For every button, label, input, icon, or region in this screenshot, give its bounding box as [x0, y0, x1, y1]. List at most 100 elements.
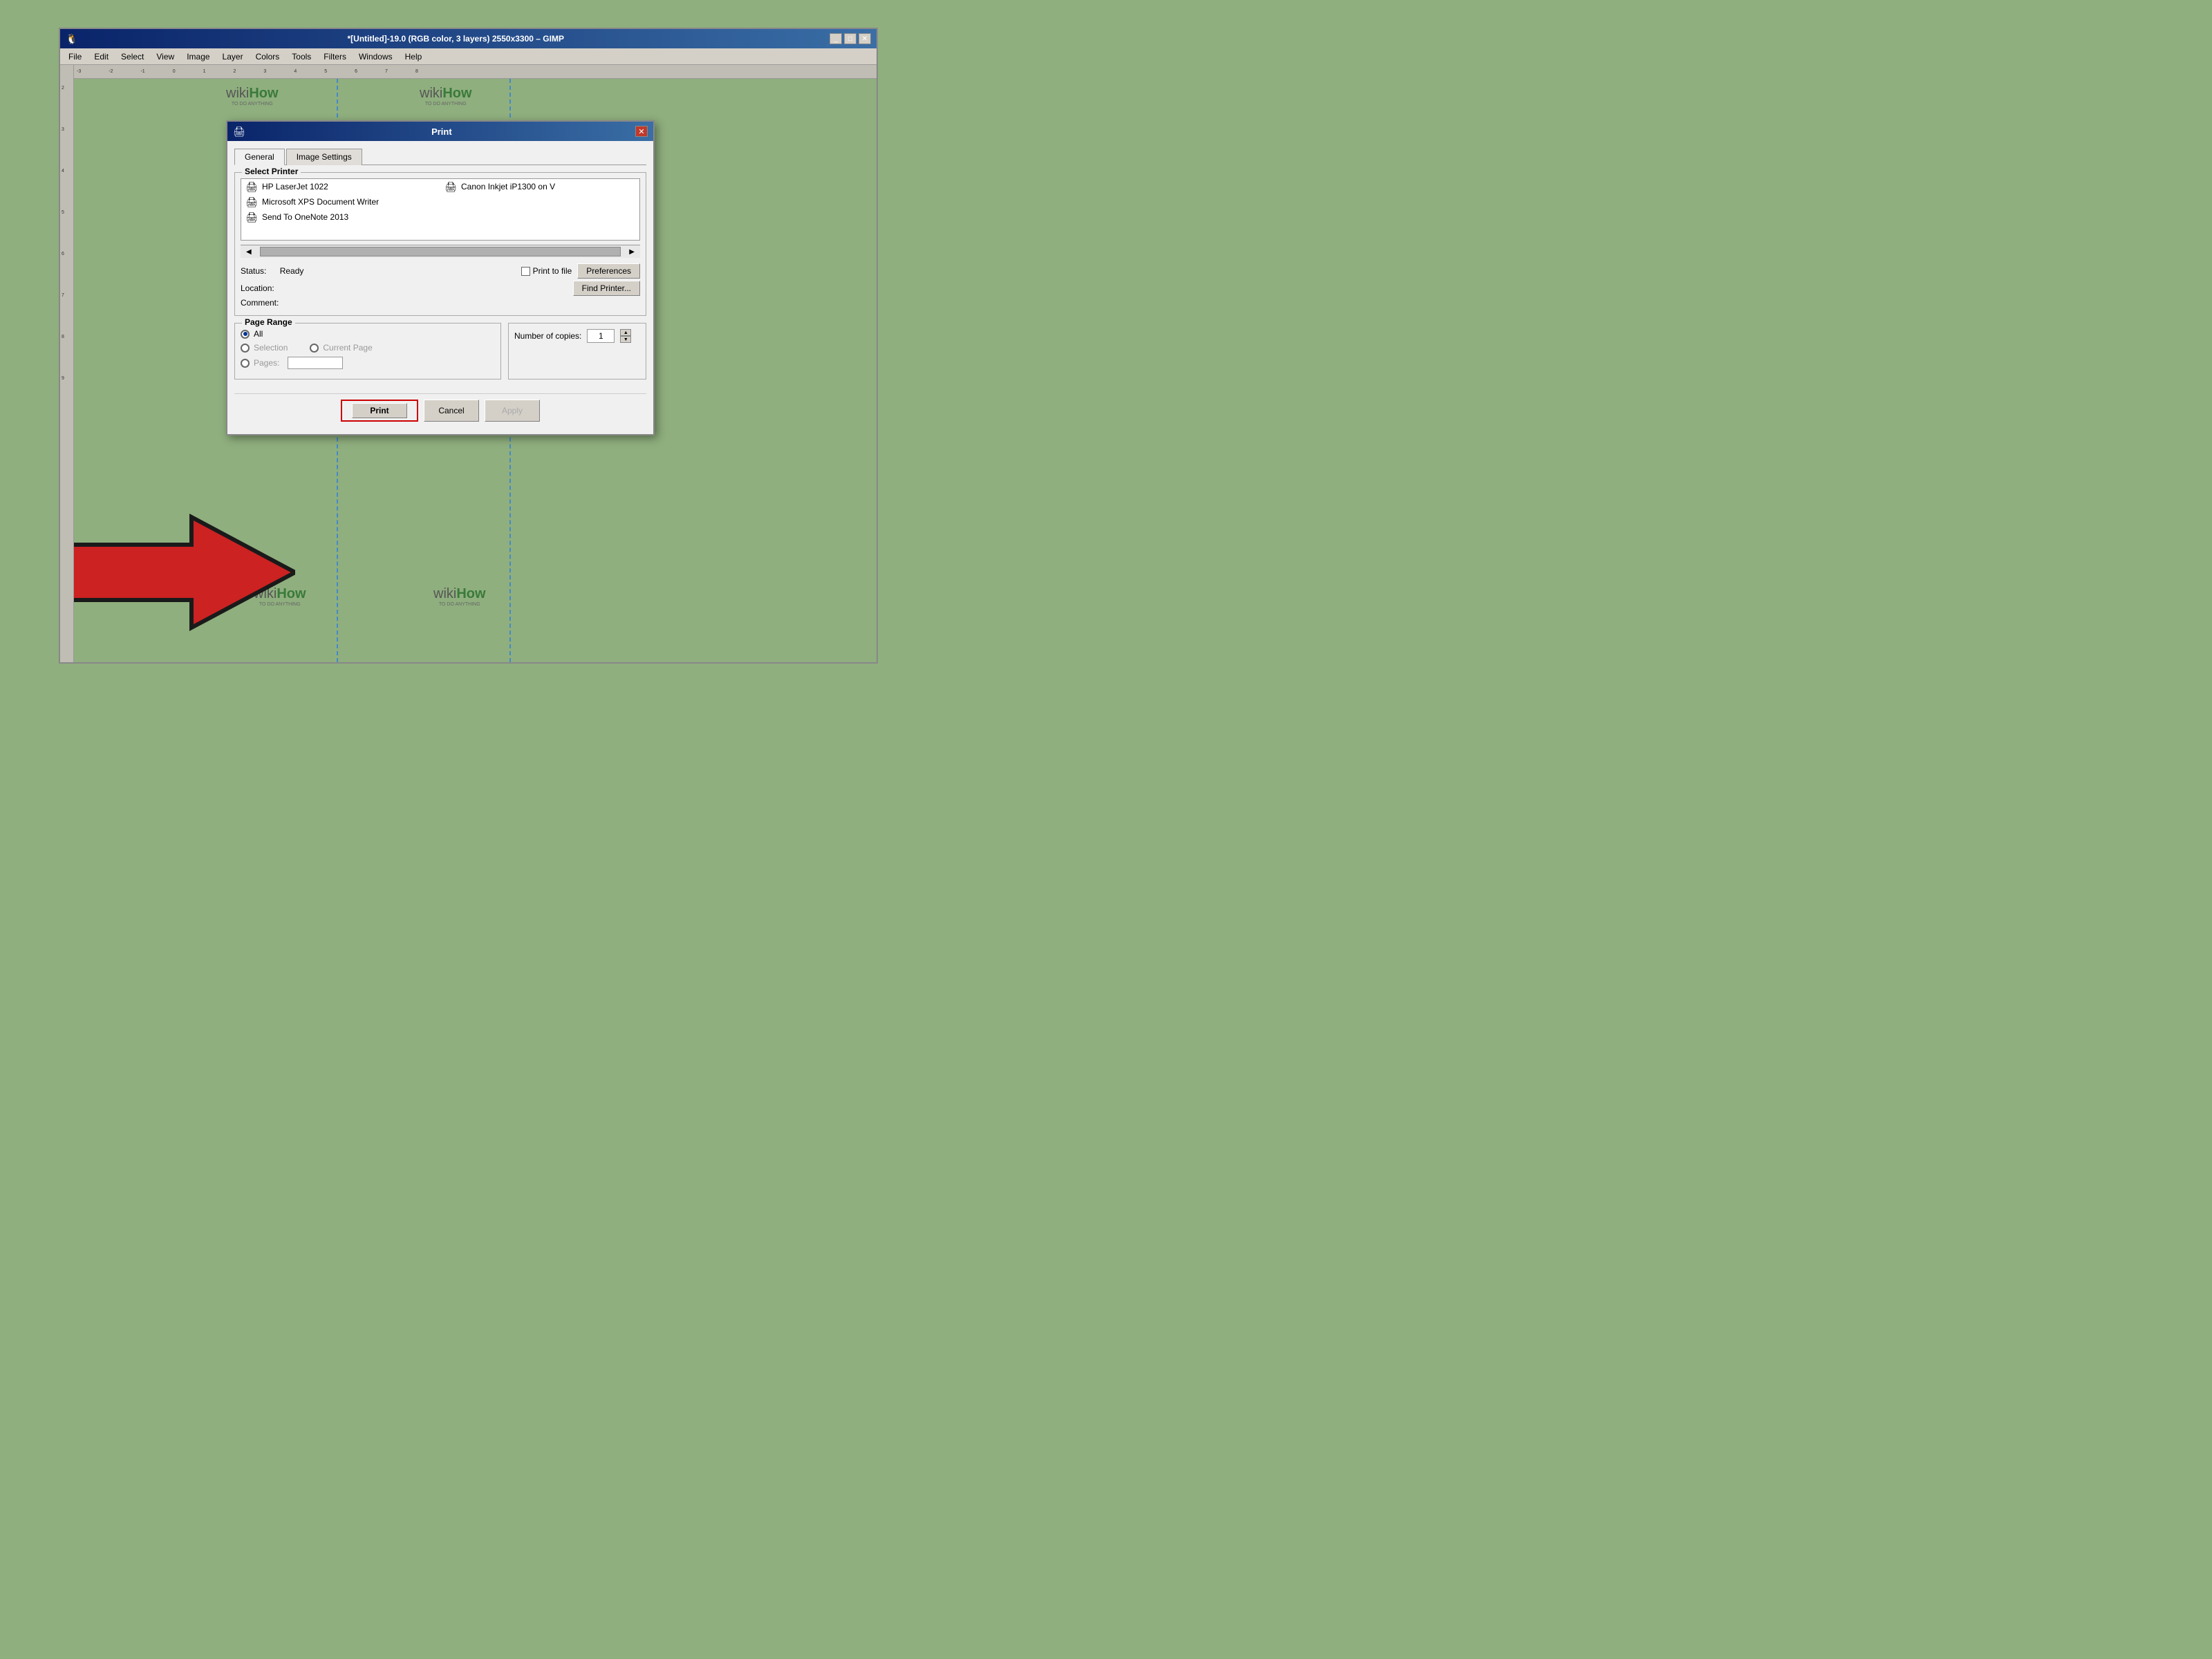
wikihow-mark-2: wikiHow TO DO ANYTHING	[420, 86, 472, 106]
printer-icon-hp: 🖨	[245, 181, 258, 192]
menu-tools[interactable]: Tools	[286, 50, 317, 63]
gimp-menu-bar: File Edit Select View Image Layer Colors…	[60, 48, 877, 65]
printer-item-xps[interactable]: 🖨 Microsoft XPS Document Writer	[241, 194, 440, 209]
select-printer-section: Select Printer 🖨 HP LaserJet 1022	[234, 172, 646, 316]
apply-button[interactable]: Apply	[485, 400, 540, 422]
red-arrow-annotation	[74, 503, 295, 641]
gimp-title: *[Untitled]-19.0 (RGB color, 3 layers) 2…	[347, 34, 563, 44]
print-dialog: 🖨 Print ✕ General Image Settings	[226, 120, 655, 435]
wikihow-tagline-2: TO DO ANYTHING	[420, 102, 472, 106]
canvas-container: 2 3 4 5 6 7 8 9 -3 -2 -1 0 1 2 3 4 5 6 7	[60, 65, 877, 662]
radio-all-label: All	[254, 329, 263, 339]
menu-colors[interactable]: Colors	[250, 50, 285, 63]
bottom-sections: Page Range All Selection	[234, 323, 646, 386]
radio-current-page-btn[interactable]	[310, 344, 319, 353]
pages-input[interactable]	[288, 357, 343, 369]
printer-row-1: 🖨 HP LaserJet 1022 🖨 Microsoft XPS Docum…	[241, 179, 639, 225]
radio-current-page-label: Current Page	[323, 343, 372, 353]
maximize-button[interactable]: □	[844, 33, 856, 44]
print-to-file-checkbox[interactable]	[521, 267, 530, 276]
printer-col-left: 🖨 HP LaserJet 1022 🖨 Microsoft XPS Docum…	[241, 179, 440, 225]
radio-all-btn[interactable]	[241, 330, 250, 339]
status-value: Ready	[280, 266, 304, 276]
scroll-thumb[interactable]	[260, 247, 621, 256]
gimp-window-buttons: _ □ ✕	[830, 33, 871, 44]
printer-item-hp[interactable]: 🖨 HP LaserJet 1022	[241, 179, 440, 194]
print-to-file-label: Print to file	[533, 266, 572, 276]
printer-name-xps: Microsoft XPS Document Writer	[262, 197, 379, 207]
dialog-content: General Image Settings Select Printer	[227, 141, 653, 434]
find-printer-button[interactable]: Find Printer...	[573, 281, 640, 296]
copies-input[interactable]	[587, 329, 615, 343]
printer-name-onenote: Send To OneNote 2013	[262, 212, 348, 222]
printer-name-hp: HP LaserJet 1022	[262, 182, 328, 191]
menu-select[interactable]: Select	[115, 50, 149, 63]
copies-spinner[interactable]: ▲ ▼	[620, 329, 631, 343]
copies-decrement[interactable]: ▼	[620, 336, 631, 343]
gimp-icon: 🐧	[66, 33, 77, 45]
scroll-right-arrow[interactable]: ▶	[626, 248, 637, 256]
copies-row: Number of copies: ▲ ▼	[514, 329, 640, 343]
printer-icon-xps: 🖨	[245, 196, 258, 207]
printer-icon: 🖨	[233, 126, 245, 138]
cancel-button[interactable]: Cancel	[424, 400, 479, 422]
canvas-area: wikiHow TO DO ANYTHING wikiHow TO DO ANY…	[74, 79, 877, 662]
menu-image[interactable]: Image	[181, 50, 215, 63]
print-to-file-option: Print to file	[521, 266, 572, 276]
page-range-label: Page Range	[242, 317, 295, 327]
printer-status-area: Status: Ready Print to file Prefere	[241, 263, 640, 308]
radio-pages-btn[interactable]	[241, 359, 250, 368]
dialog-close-button[interactable]: ✕	[635, 126, 648, 137]
print-button[interactable]: Print	[352, 403, 407, 418]
radio-pages[interactable]: Pages:	[241, 357, 495, 369]
comment-label: Comment:	[241, 298, 279, 308]
menu-file[interactable]: File	[63, 50, 87, 63]
menu-view[interactable]: View	[151, 50, 180, 63]
copies-increment[interactable]: ▲	[620, 329, 631, 336]
scroll-left-arrow[interactable]: ◀	[243, 248, 254, 256]
radio-pages-label: Pages:	[254, 358, 279, 368]
printer-item-canon[interactable]: 🖨 Canon Inkjet iP1300 on V	[440, 179, 639, 194]
ruler-horizontal: -3 -2 -1 0 1 2 3 4 5 6 7 8	[74, 65, 877, 79]
number-copies-label: Number of copies:	[514, 331, 581, 341]
wikihow-tagline-1: TO DO ANYTHING	[226, 102, 279, 106]
copies-section: Number of copies: ▲ ▼	[508, 323, 646, 379]
printer-icon-onenote: 🖨	[245, 212, 258, 223]
select-printer-label: Select Printer	[242, 167, 301, 176]
location-label: Location:	[241, 283, 274, 293]
tab-general[interactable]: General	[234, 149, 285, 165]
location-row: Location: Find Printer...	[241, 281, 640, 296]
printer-scrollbar[interactable]: ◀ ▶	[241, 245, 640, 258]
printer-name-canon: Canon Inkjet iP1300 on V	[461, 182, 555, 191]
radio-all[interactable]: All	[241, 329, 495, 339]
menu-windows[interactable]: Windows	[353, 50, 398, 63]
wikihow-mark-1: wikiHow TO DO ANYTHING	[226, 86, 279, 106]
ruler-vertical: 2 3 4 5 6 7 8 9	[60, 65, 74, 662]
status-row: Status: Ready Print to file Prefere	[241, 263, 640, 279]
menu-filters[interactable]: Filters	[318, 50, 352, 63]
printer-icon-canon: 🖨	[444, 181, 457, 192]
radio-selection-btn[interactable]	[241, 344, 250, 353]
menu-help[interactable]: Help	[400, 50, 428, 63]
printer-list[interactable]: 🖨 HP LaserJet 1022 🖨 Microsoft XPS Docum…	[241, 178, 640, 241]
menu-layer[interactable]: Layer	[217, 50, 249, 63]
page-range-section: Page Range All Selection	[234, 323, 501, 379]
canvas-area-wrapper: -3 -2 -1 0 1 2 3 4 5 6 7 8 wikiHow	[74, 65, 877, 662]
menu-edit[interactable]: Edit	[88, 50, 114, 63]
printer-col-right: 🖨 Canon Inkjet iP1300 on V	[440, 179, 639, 225]
tab-image-settings[interactable]: Image Settings	[286, 149, 362, 165]
status-right: Print to file Preferences	[521, 263, 640, 279]
gimp-window: 🐧 *[Untitled]-19.0 (RGB color, 3 layers)…	[59, 28, 878, 664]
radio-selection-label: Selection	[254, 343, 288, 353]
close-button[interactable]: ✕	[859, 33, 871, 44]
wikihow-tagline-4: TO DO ANYTHING	[433, 602, 486, 607]
radio-selection[interactable]: Selection Current Page	[241, 343, 495, 353]
printer-item-onenote[interactable]: 🖨 Send To OneNote 2013	[241, 209, 440, 225]
comment-row: Comment:	[241, 298, 640, 308]
preferences-button[interactable]: Preferences	[577, 263, 640, 279]
dialog-title: Print	[248, 126, 635, 137]
status-left: Status: Ready	[241, 266, 521, 276]
status-label: Status:	[241, 266, 266, 276]
minimize-button[interactable]: _	[830, 33, 842, 44]
print-button-wrapper: Print	[341, 400, 418, 422]
